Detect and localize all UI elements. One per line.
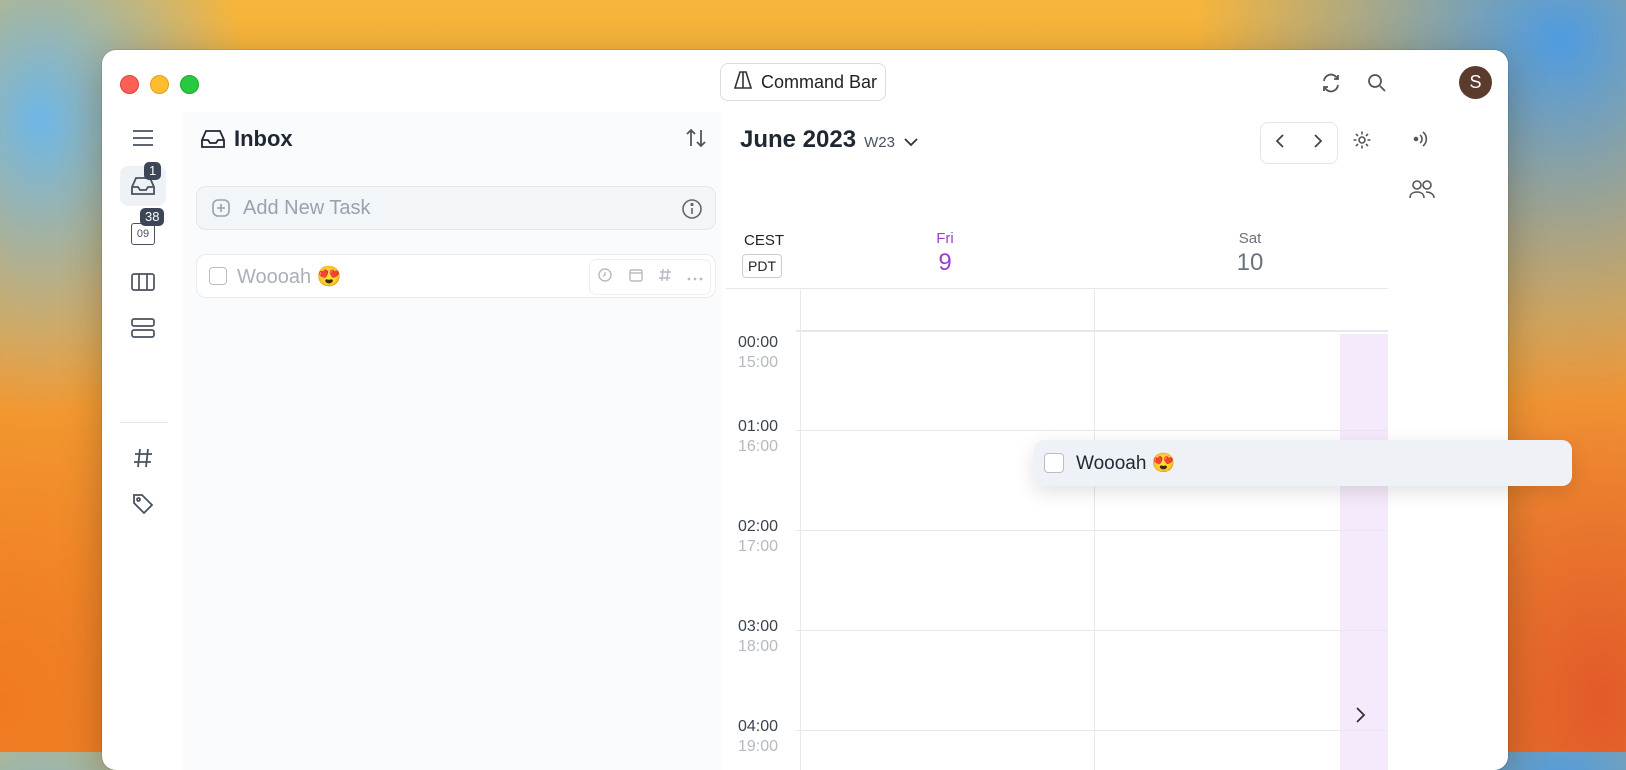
inbox-header: Inbox <box>200 126 293 152</box>
sync-icon[interactable] <box>1320 72 1342 94</box>
hashtag-icon[interactable] <box>658 267 672 288</box>
hour-label-primary: 01:00 <box>738 418 779 435</box>
hour-label-secondary: 19:00 <box>738 738 779 755</box>
close-window-button[interactable] <box>120 75 139 94</box>
hour-line <box>796 530 1388 531</box>
hour-label-primary: 02:00 <box>738 518 779 535</box>
columns-icon <box>131 273 155 291</box>
search-icon[interactable] <box>1366 72 1388 94</box>
sidebar-item-today[interactable]: 09 38 <box>120 208 166 254</box>
hour-label-secondary: 17:00 <box>738 538 779 555</box>
avatar-initial: S <box>1469 72 1482 92</box>
sidebar-item-tags[interactable] <box>120 438 166 478</box>
sort-icon[interactable] <box>684 126 708 155</box>
command-bar-button[interactable]: Command Bar <box>720 63 886 101</box>
week-selector[interactable]: W23 <box>864 134 919 151</box>
day-header-fri[interactable]: Fri 9 <box>885 230 1005 277</box>
next-button[interactable] <box>1313 133 1323 154</box>
more-icon[interactable] <box>687 268 703 286</box>
day-header-sat[interactable]: Sat 10 <box>1190 230 1310 277</box>
selection-highlight <box>1340 334 1388 770</box>
task-title: Woooah 😍 <box>237 265 342 288</box>
hour-label-secondary: 16:00 <box>738 438 779 455</box>
hour-line <box>796 730 1388 731</box>
dragged-task[interactable]: Woooah 😍 <box>1034 440 1572 486</box>
task-title: Woooah 😍 <box>1076 453 1176 474</box>
avatar[interactable]: S <box>1459 66 1492 99</box>
hour-line <box>796 430 1388 431</box>
hour-label-primary: 00:00 <box>738 334 779 351</box>
day-number: 9 <box>938 249 952 276</box>
timezone-primary: CEST <box>744 232 785 249</box>
time-icon[interactable] <box>597 267 613 288</box>
gear-icon[interactable] <box>1352 130 1372 155</box>
sidebar-item-list[interactable] <box>120 308 166 348</box>
hour-label-secondary: 15:00 <box>738 354 779 371</box>
task-actions <box>589 259 711 295</box>
add-task-placeholder: Add New Task <box>243 196 371 219</box>
page-title: Inbox <box>234 126 293 151</box>
today-date: 09 <box>136 228 150 240</box>
broadcast-icon[interactable] <box>1410 128 1434 155</box>
hour-label-primary: 04:00 <box>738 718 779 735</box>
all-day-divider <box>796 330 1388 332</box>
chevron-right-icon[interactable] <box>1354 706 1366 729</box>
chevron-left-icon <box>1275 133 1284 148</box>
minimize-window-button[interactable] <box>150 75 169 94</box>
day-number: 10 <box>1236 249 1264 276</box>
rows-icon <box>131 318 155 338</box>
title-bar: Command Bar S <box>102 50 1508 112</box>
all-day-divider-top <box>726 288 1388 289</box>
calendar-icon: 09 <box>131 223 155 245</box>
timezone-secondary[interactable]: PDT <box>742 254 782 278</box>
date-navigation <box>1260 122 1338 164</box>
task-item[interactable]: Woooah 😍 <box>196 254 716 298</box>
chevron-down-icon <box>904 138 918 147</box>
day-of-week: Sat <box>1238 230 1262 247</box>
app-window: Command Bar S 1 09 38 Inbox Add New Task… <box>102 50 1508 770</box>
calendar-icon[interactable] <box>628 267 644 288</box>
menu-button[interactable] <box>120 118 166 158</box>
previous-button[interactable] <box>1275 133 1285 154</box>
zoom-window-button[interactable] <box>180 75 199 94</box>
calendar-month: June 2023 <box>740 126 857 153</box>
week-label: W23 <box>864 134 895 151</box>
hour-label-secondary: 18:00 <box>738 638 779 655</box>
inbox-icon <box>201 130 225 148</box>
add-task-input[interactable]: Add New Task <box>196 186 716 230</box>
task-checkbox[interactable] <box>209 267 227 285</box>
sidebar-item-board[interactable] <box>120 262 166 302</box>
add-icon <box>212 199 230 217</box>
command-bar-icon <box>733 70 753 95</box>
sidebar-divider <box>120 422 168 423</box>
sidebar-item-labels[interactable] <box>120 484 166 524</box>
hashtag-icon <box>134 448 152 468</box>
info-icon[interactable] <box>681 198 703 226</box>
tag-icon <box>133 494 154 515</box>
inbox-panel: Inbox Add New Task Woooah 😍 <box>182 112 722 770</box>
today-badge: 38 <box>140 208 165 226</box>
task-checkbox[interactable] <box>1044 453 1064 473</box>
command-bar-label: Command Bar <box>761 71 878 92</box>
inbox-badge: 1 <box>144 162 162 180</box>
hour-label-primary: 03:00 <box>738 618 779 635</box>
hour-line <box>796 630 1388 631</box>
calendar-header: June 2023 W23 <box>740 126 919 154</box>
people-icon[interactable] <box>1408 178 1436 205</box>
sidebar: 1 09 38 <box>102 112 180 770</box>
day-of-week: Fri <box>936 230 954 247</box>
sidebar-item-inbox[interactable]: 1 <box>120 162 166 206</box>
chevron-right-icon <box>1314 133 1323 148</box>
